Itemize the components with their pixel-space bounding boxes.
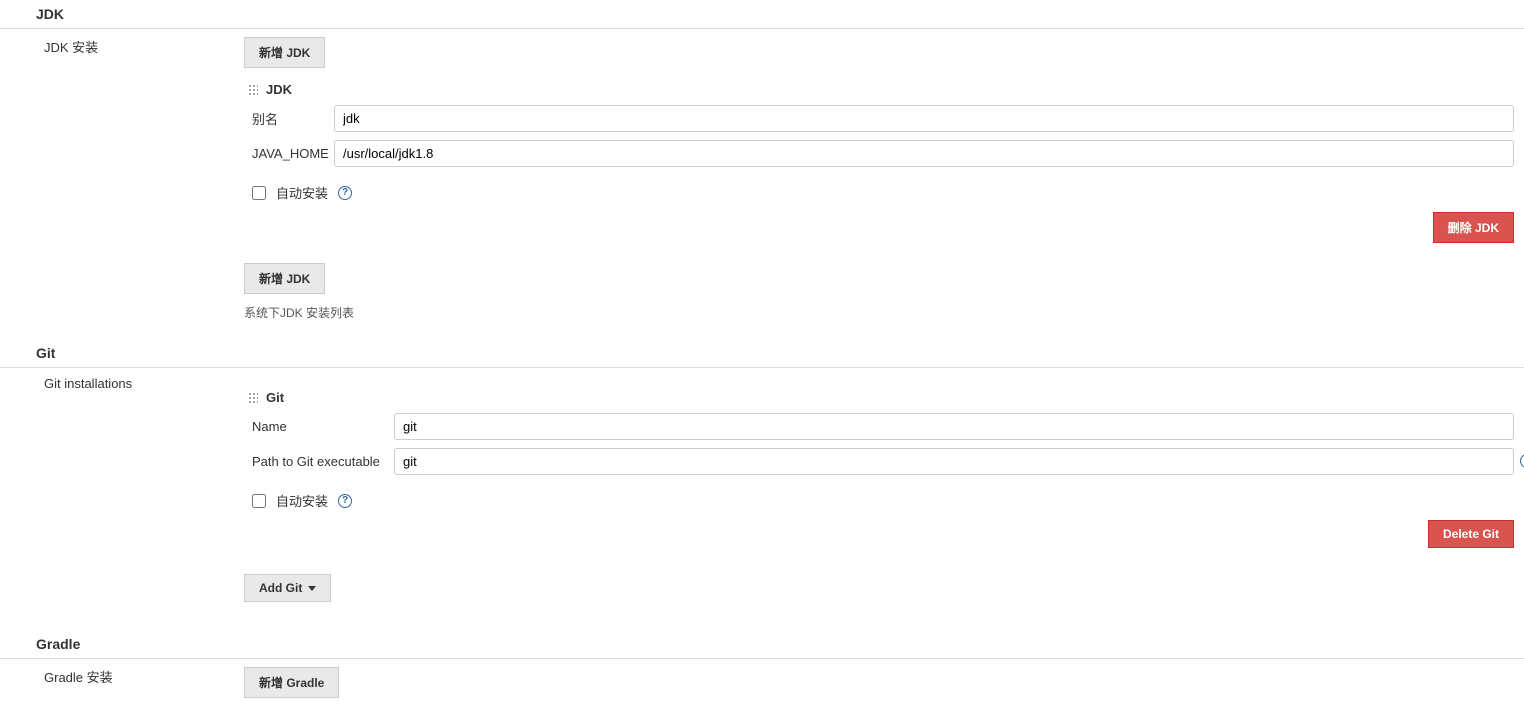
- git-path-input[interactable]: [394, 448, 1514, 475]
- gradle-section-header: Gradle: [0, 630, 1524, 659]
- drag-handle-icon[interactable]: [248, 392, 258, 404]
- git-auto-install-checkbox[interactable]: [252, 494, 266, 508]
- git-name-input[interactable]: [394, 413, 1514, 440]
- git-item-title: Git: [266, 390, 284, 405]
- jdk-alias-label: 别名: [244, 109, 334, 128]
- jdk-auto-install-label: 自动安装: [276, 183, 328, 202]
- git-path-label: Path to Git executable: [244, 454, 394, 469]
- delete-git-button[interactable]: Delete Git: [1428, 520, 1514, 548]
- gradle-install-label: Gradle 安装: [0, 667, 200, 686]
- jdk-item-title: JDK: [266, 82, 292, 97]
- java-home-input[interactable]: [334, 140, 1514, 167]
- jdk-desc: 系统下JDK 安装列表: [244, 304, 1514, 321]
- add-jdk-button-bottom[interactable]: 新增 JDK: [244, 263, 325, 294]
- add-git-button[interactable]: Add Git: [244, 574, 331, 602]
- git-name-label: Name: [244, 419, 394, 434]
- jdk-section-header: JDK: [0, 0, 1524, 29]
- help-icon[interactable]: ?: [338, 494, 352, 508]
- drag-handle-icon[interactable]: [248, 84, 258, 96]
- help-icon[interactable]: ?: [1520, 454, 1524, 468]
- add-gradle-button[interactable]: 新增 Gradle: [244, 667, 339, 698]
- git-auto-install-label: 自动安装: [276, 491, 328, 510]
- java-home-label: JAVA_HOME: [244, 146, 334, 161]
- chevron-down-icon: [308, 586, 316, 591]
- jdk-install-label: JDK 安装: [0, 37, 200, 56]
- jdk-alias-input[interactable]: [334, 105, 1514, 132]
- delete-jdk-button[interactable]: 删除 JDK: [1433, 212, 1514, 243]
- help-icon[interactable]: ?: [338, 186, 352, 200]
- git-section-header: Git: [0, 339, 1524, 368]
- add-jdk-button-top[interactable]: 新增 JDK: [244, 37, 325, 68]
- git-install-label: Git installations: [0, 376, 200, 391]
- jdk-auto-install-checkbox[interactable]: [252, 186, 266, 200]
